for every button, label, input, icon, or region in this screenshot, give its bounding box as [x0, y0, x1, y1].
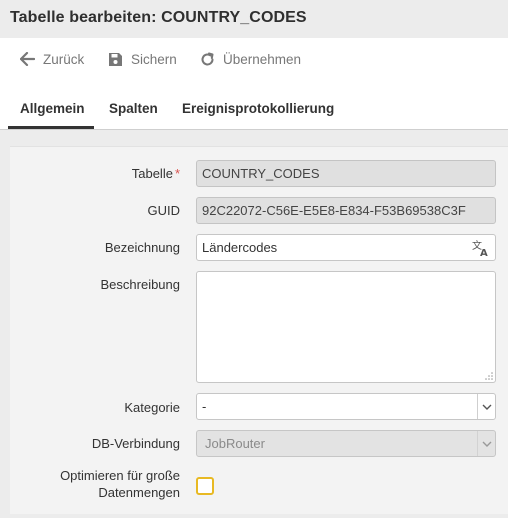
guid-field[interactable]: 92C22072-C56E-E5E8-E834-F53B69538C3F: [196, 197, 496, 224]
tab-allgemein[interactable]: Allgemein: [20, 101, 85, 116]
back-button[interactable]: Zurück: [20, 50, 84, 68]
db-connection-select[interactable]: JobRouter: [196, 430, 496, 457]
translate-icon[interactable]: 文 A: [472, 239, 490, 257]
chevron-down-icon[interactable]: [477, 394, 495, 419]
active-tab-indicator: [8, 126, 94, 129]
back-button-label: Zurück: [43, 51, 85, 67]
title-bar: Tabelle bearbeiten: COUNTRY_CODES: [0, 0, 508, 38]
guid-label: GUID: [147, 203, 181, 218]
table-field[interactable]: COUNTRY_CODES: [196, 160, 496, 187]
db-connection-select-value: JobRouter: [205, 436, 265, 451]
refresh-icon: [201, 52, 214, 65]
arrow-left-icon: [20, 52, 35, 66]
svg-text:A: A: [480, 248, 488, 257]
tab-ereignisprotokollierung[interactable]: Ereignisprotokollierung: [182, 101, 334, 116]
chevron-down-icon[interactable]: [477, 431, 495, 456]
page-title: Tabelle bearbeiten: COUNTRY_CODES: [10, 9, 307, 26]
tab-spalten[interactable]: Spalten: [109, 101, 158, 116]
table-field-value: COUNTRY_CODES: [202, 166, 320, 181]
table-label: Tabelle *: [131, 166, 180, 181]
category-label: Kategorie: [124, 400, 180, 415]
optimize-label-line1: Optimieren für große: [60, 468, 180, 483]
optimize-label: Optimieren für große Datenmengen: [60, 467, 180, 501]
optimize-checkbox[interactable]: [196, 477, 214, 495]
name-label: Bezeichnung: [104, 240, 180, 255]
resize-handle-icon[interactable]: [485, 372, 493, 380]
floppy-disk-icon: [109, 52, 122, 66]
apply-button[interactable]: Übernehmen: [200, 50, 301, 68]
description-textarea[interactable]: [196, 271, 496, 383]
name-field[interactable]: Ländercodes 文 A: [196, 234, 496, 261]
name-field-value: Ländercodes: [202, 240, 278, 255]
guid-field-value: 92C22072-C56E-E5E8-E834-F53B69538C3F: [202, 203, 466, 218]
tab-bar: Allgemein Spalten Ereignisprotokollierun…: [0, 80, 508, 130]
db-connection-label: DB-Verbindung: [91, 436, 180, 451]
save-button-label: Sichern: [131, 51, 177, 67]
optimize-label-line2: Datenmengen: [98, 485, 180, 500]
description-label: Beschreibung: [100, 277, 181, 292]
apply-button-label: Übernehmen: [223, 51, 302, 67]
save-button[interactable]: Sichern: [108, 50, 177, 68]
toolbar: Zurück Sichern Übernehmen: [0, 38, 508, 80]
required-marker: *: [174, 166, 180, 181]
category-select-value: -: [202, 399, 207, 414]
category-select[interactable]: -: [196, 393, 496, 420]
